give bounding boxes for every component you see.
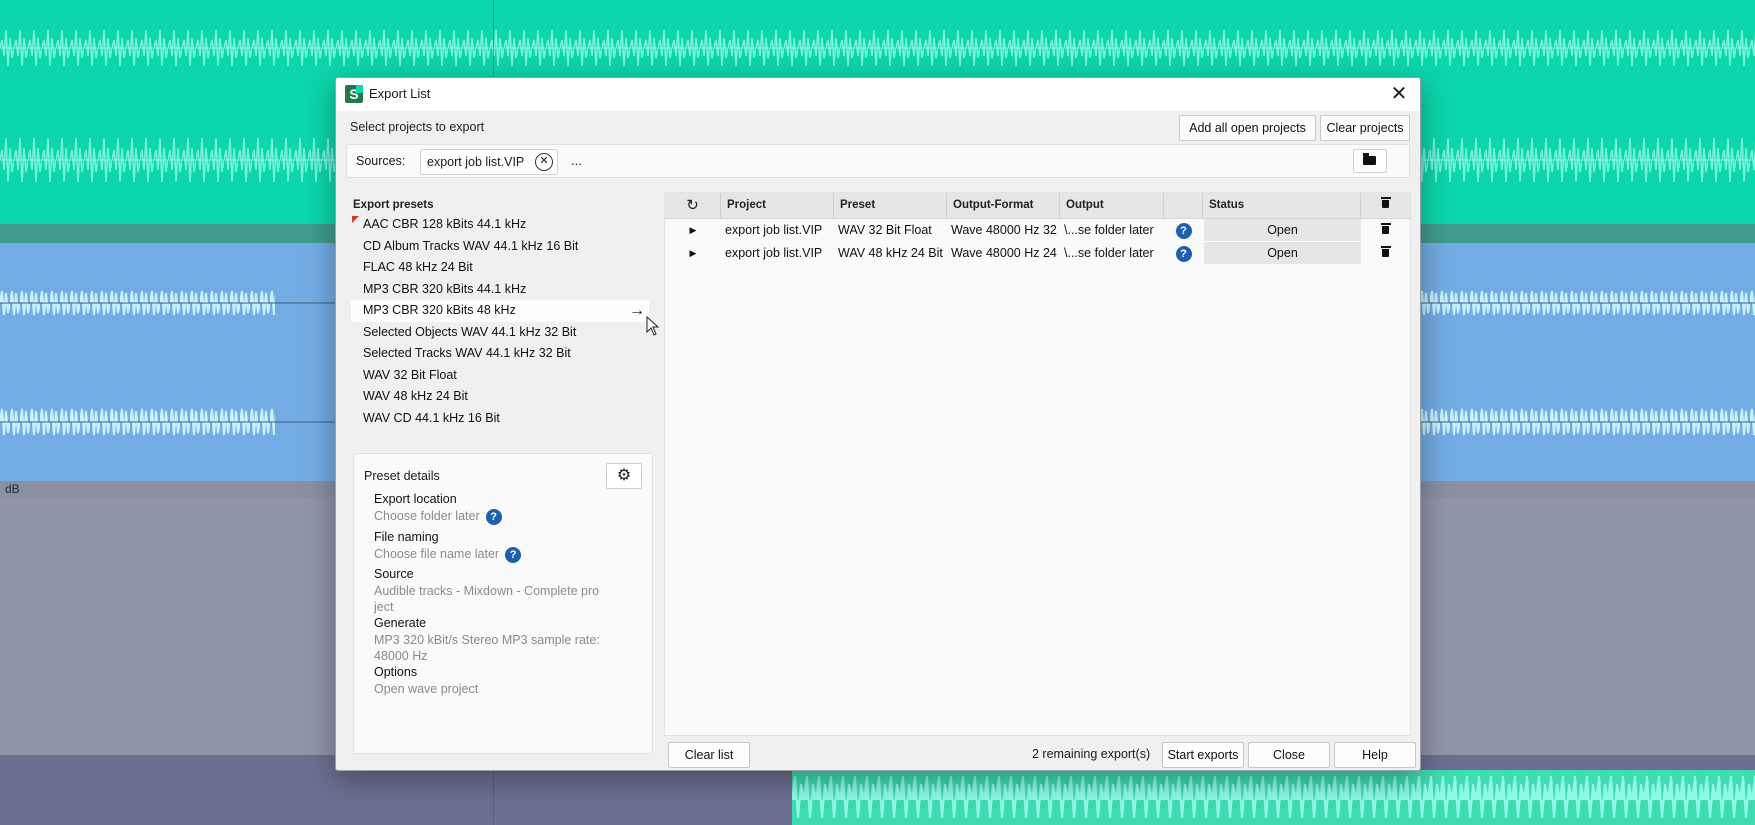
- generate-detail: Generate MP3 320 kBit/s Stereo MP3 sampl…: [374, 616, 624, 665]
- export-location-value: Choose folder later: [374, 509, 480, 523]
- preset-item[interactable]: Selected Objects WAV 44.1 kHz 32 Bit: [351, 322, 649, 344]
- col-preset[interactable]: Preset: [834, 193, 947, 218]
- dialog-titlebar[interactable]: S Export List ✕: [336, 78, 1420, 111]
- row-output: \...se folder later: [1064, 246, 1154, 260]
- source-detail: Source Audible tracks - Mixdown - Comple…: [374, 567, 624, 616]
- row-format: Wave 48000 Hz 32: [951, 223, 1057, 237]
- trash-icon[interactable]: [1361, 242, 1410, 264]
- dialog-title: Export List: [369, 86, 431, 101]
- preset-label: WAV 32 Bit Float: [363, 367, 457, 382]
- preset-label: AAC CBR 128 kBits 44.1 kHz: [363, 217, 527, 231]
- presets-list: AAC CBR 128 kBits 44.1 kHz CD Album Trac…: [351, 214, 660, 430]
- preset-details-title: Preset details: [364, 469, 440, 483]
- row-format: Wave 48000 Hz 24: [951, 246, 1057, 260]
- help-icon[interactable]: ?: [485, 508, 502, 525]
- col-help: [1164, 193, 1203, 218]
- col-output-format[interactable]: Output-Format: [947, 193, 1060, 218]
- help-icon[interactable]: ?: [1175, 222, 1192, 239]
- select-projects-label: Select projects to export: [350, 120, 485, 134]
- generate-value-line-2: 48000 Hz: [374, 649, 428, 663]
- export-jobs-table: ↻ Project Preset Output-Format Output St…: [664, 192, 1411, 736]
- more-sources-button[interactable]: ...: [571, 153, 582, 168]
- remaining-exports-label: 2 remaining export(s): [1032, 747, 1151, 761]
- clear-projects-button[interactable]: Clear projects: [1320, 115, 1410, 141]
- preset-label: MP3 CBR 320 kBits 44.1 kHz: [363, 281, 527, 296]
- row-help: ?: [1164, 242, 1203, 264]
- preset-label: Selected Objects WAV 44.1 kHz 32 Bit: [363, 324, 577, 339]
- preset-item[interactable]: CD Album Tracks WAV 44.1 kHz 16 Bit: [351, 236, 649, 258]
- close-icon[interactable]: ✕: [1388, 83, 1410, 105]
- preset-item[interactable]: WAV 48 kHz 24 Bit: [351, 386, 649, 408]
- export-list-dialog: S Export List ✕ Select projects to expor…: [335, 77, 1421, 771]
- refresh-icon[interactable]: ↻: [665, 193, 721, 218]
- preset-item[interactable]: AAC CBR 128 kBits 44.1 kHz: [351, 214, 649, 236]
- play-icon[interactable]: ▶: [665, 219, 721, 241]
- row-preset: WAV 32 Bit Float: [838, 223, 932, 237]
- preset-item[interactable]: Selected Tracks WAV 44.1 kHz 32 Bit: [351, 343, 649, 365]
- col-status[interactable]: Status: [1203, 193, 1361, 218]
- preset-item-hovered[interactable]: MP3 CBR 320 kBits 48 kHz →: [351, 300, 660, 336]
- options-key: Options: [374, 665, 418, 679]
- preset-label: WAV CD 44.1 kHz 16 Bit: [363, 410, 500, 425]
- preset-item[interactable]: WAV 32 Bit Float: [351, 365, 649, 387]
- close-button[interactable]: Close: [1248, 742, 1330, 768]
- source-chip[interactable]: export job list.VIP ✕: [420, 149, 558, 175]
- options-detail: Options Open wave project: [374, 665, 624, 698]
- preset-item[interactable]: MP3 CBR 320 kBits 44.1 kHz: [351, 279, 649, 301]
- add-to-list-arrow-icon[interactable]: →: [629, 300, 645, 322]
- row-help: ?: [1164, 219, 1203, 241]
- table-row[interactable]: ▶ export job list.VIP WAV 48 kHz 24 Bit …: [665, 242, 1410, 264]
- file-naming-detail: File naming Choose file name later?: [374, 530, 624, 563]
- source-value-line-1: Audible tracks - Mixdown - Complete pro: [374, 584, 600, 598]
- play-icon[interactable]: ▶: [665, 242, 721, 264]
- file-naming-value: Choose file name later: [374, 547, 500, 561]
- preset-label: Selected Tracks WAV 44.1 kHz 32 Bit: [363, 346, 571, 360]
- table-row[interactable]: ▶ export job list.VIP WAV 32 Bit Float W…: [665, 219, 1410, 241]
- file-naming-key: File naming: [374, 530, 439, 544]
- col-output[interactable]: Output: [1060, 193, 1164, 218]
- browse-folder-button[interactable]: [1353, 149, 1387, 173]
- source-chip-label: export job list.VIP: [427, 155, 525, 169]
- preset-label: WAV 48 kHz 24 Bit: [363, 389, 468, 403]
- app-logo-icon: S: [345, 85, 363, 103]
- export-location-detail: Export location Choose folder later?: [374, 492, 624, 525]
- row-status[interactable]: Open: [1204, 242, 1361, 264]
- preset-label: CD Album Tracks WAV 44.1 kHz 16 Bit: [363, 238, 579, 253]
- delete-all-icon[interactable]: [1361, 193, 1410, 218]
- help-icon[interactable]: ?: [1175, 245, 1192, 262]
- row-preset: WAV 48 kHz 24 Bit: [838, 246, 943, 260]
- table-header: ↻ Project Preset Output-Format Output St…: [665, 193, 1410, 219]
- source-key: Source: [374, 567, 414, 581]
- remove-source-icon[interactable]: ✕: [535, 153, 553, 171]
- source-value-line-2: ject: [374, 600, 394, 614]
- export-location-key: Export location: [374, 492, 457, 506]
- waveform-bottom: [792, 770, 1755, 825]
- options-value: Open wave project: [374, 682, 479, 696]
- row-status[interactable]: Open: [1204, 219, 1361, 241]
- preset-item[interactable]: FLAC 48 kHz 24 Bit: [351, 257, 649, 279]
- export-presets-title: Export presets: [353, 199, 434, 211]
- sources-bar: Sources: export job list.VIP ✕ ...: [346, 144, 1410, 178]
- col-project[interactable]: Project: [721, 193, 834, 218]
- row-project: export job list.VIP: [725, 223, 823, 237]
- default-flag-icon: [352, 216, 359, 223]
- gear-icon[interactable]: ⚙: [606, 463, 642, 489]
- help-icon[interactable]: ?: [505, 546, 522, 563]
- db-label: dB: [5, 482, 20, 496]
- row-output: \...se folder later: [1064, 223, 1154, 237]
- row-project: export job list.VIP: [725, 246, 823, 260]
- audio-clip-bottom[interactable]: [792, 770, 1755, 825]
- sources-label: Sources:: [356, 154, 406, 168]
- add-all-open-projects-button[interactable]: Add all open projects: [1179, 115, 1316, 141]
- folder-icon: [1363, 153, 1376, 165]
- preset-item[interactable]: WAV CD 44.1 kHz 16 Bit: [351, 408, 649, 430]
- preset-label: FLAC 48 kHz 24 Bit: [363, 260, 473, 274]
- trash-icon[interactable]: [1361, 219, 1410, 241]
- generate-key: Generate: [374, 616, 427, 630]
- preset-details-panel: Preset details ⚙ Export location Choose …: [353, 453, 653, 754]
- preset-label: MP3 CBR 320 kBits 48 kHz: [363, 303, 516, 317]
- help-button[interactable]: Help: [1334, 742, 1416, 768]
- start-exports-button[interactable]: Start exports: [1162, 742, 1244, 768]
- clear-list-button[interactable]: Clear list: [668, 742, 750, 768]
